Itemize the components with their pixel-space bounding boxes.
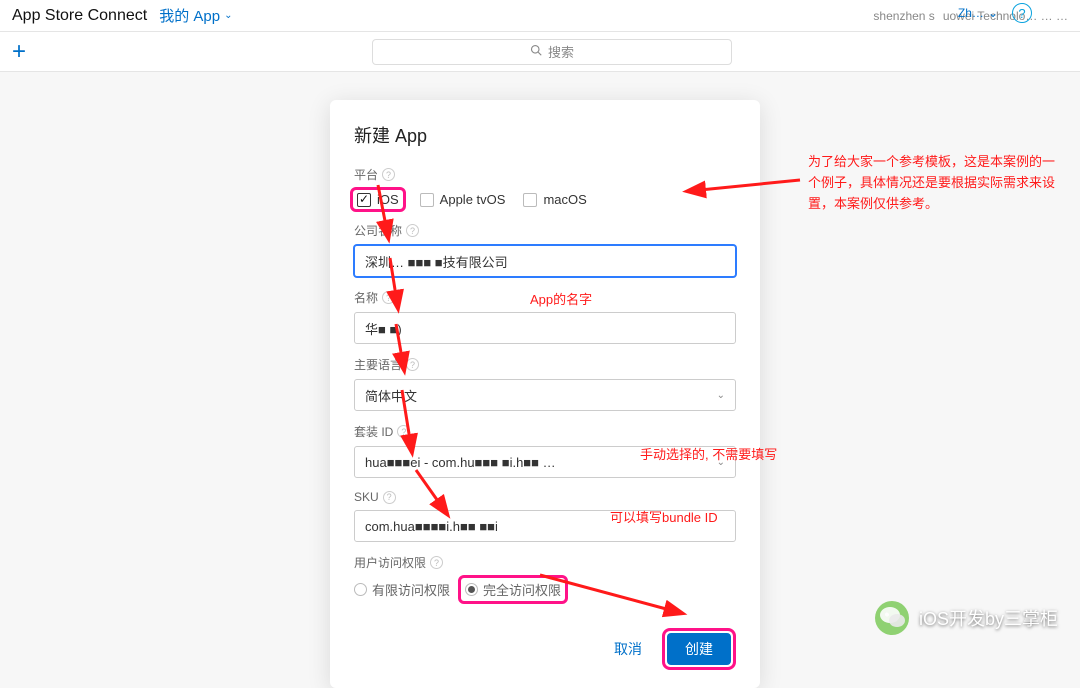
access-full[interactable]: 完全访问权限 [465,580,561,599]
platform-row: iOS Apple tvOS macOS [354,189,736,210]
annotation-appname: App的名字 [530,290,592,311]
help-icon[interactable]: ? [406,224,419,237]
radio-selected-icon[interactable] [465,583,478,596]
search-input[interactable]: 搜索 [372,39,732,65]
radio-icon[interactable] [354,583,367,596]
platform-ios[interactable]: iOS [357,192,399,207]
help-icon[interactable]: ? [397,425,410,438]
name-input[interactable] [354,312,736,344]
annotation-bundle: 手动选择的, 不需要填写 [640,445,777,466]
access-limited[interactable]: 有限访问权限 [354,580,450,599]
access-label: 用户访问权限? [354,554,736,571]
wechat-icon [875,601,909,635]
access-full-label: 完全访问权限 [483,580,561,599]
platform-tvos-label: Apple tvOS [440,192,506,207]
platform-ios-label: iOS [377,192,399,207]
help-icon[interactable]: ? [1012,3,1032,23]
checkbox-icon[interactable] [523,193,537,207]
help-icon[interactable]: ? [382,291,395,304]
language-label: Zh… [958,6,984,20]
chevron-down-icon: ⌄ [717,390,725,401]
search-icon [530,44,542,59]
watermark-text: iOS开发by三掌柜 [919,605,1058,631]
checkbox-checked-icon[interactable] [357,193,371,207]
cancel-button[interactable]: 取消 [604,628,652,670]
sku-label: SKU? [354,490,736,504]
chevron-down-icon: ⌄ [224,10,232,21]
my-app-link[interactable]: 我的 App ⌄ [159,5,232,26]
annotation-sku: 可以填写bundle ID [610,508,718,529]
sub-header: + 搜索 [0,32,1080,72]
help-icon[interactable]: ? [382,168,395,181]
watermark: iOS开发by三掌柜 [875,601,1058,635]
platform-macos-label: macOS [543,192,586,207]
create-highlight: 创建 [662,628,736,670]
help-icon[interactable]: ? [383,491,396,504]
access-radio-row: 有限访问权限 完全访问权限 [354,577,736,602]
platform-label: 平台? [354,166,736,183]
help-icon[interactable]: ? [406,358,419,371]
create-button[interactable]: 创建 [667,633,731,665]
language-value: 简体中文 [365,386,417,405]
annotation-instructions: 为了给大家一个参考模板，这是本案例的一个例子，具体情况还是要根据实际需求来设置，… [808,152,1063,214]
add-button[interactable]: + [12,38,36,66]
modal-title: 新建 App [354,122,736,148]
company-label: 公司名称? [354,222,736,239]
bundle-value: hua■■■ei - com.hu■■■ ■i.h■■ … [365,455,556,470]
platform-tvos[interactable]: Apple tvOS [420,192,506,207]
org-name: shenzhen s [873,9,934,23]
new-app-modal: 新建 App 平台? iOS Apple tvOS macOS 公司名称? 名称… [330,100,760,688]
modal-footer: 取消 创建 [354,628,736,670]
chevron-down-icon: ⌄ [988,6,998,20]
platform-macos[interactable]: macOS [523,192,586,207]
language-label: 主要语言? [354,356,736,373]
ios-highlight: iOS [350,187,406,212]
access-limited-label: 有限访问权限 [372,580,450,599]
search-placeholder: 搜索 [548,42,574,61]
my-app-label: 我的 App [159,5,220,26]
language-menu[interactable]: Zh… ⌄ ? [958,3,1032,23]
company-input[interactable] [354,245,736,277]
access-full-highlight: 完全访问权限 [458,575,568,604]
language-select[interactable]: 简体中文 ⌄ [354,379,736,411]
app-store-connect-title: App Store Connect [12,7,147,25]
top-header: App Store Connect 我的 App ⌄ shenzhen s uo… [0,0,1080,32]
checkbox-icon[interactable] [420,193,434,207]
bundle-label: 套装 ID? [354,423,736,440]
help-icon[interactable]: ? [430,556,443,569]
